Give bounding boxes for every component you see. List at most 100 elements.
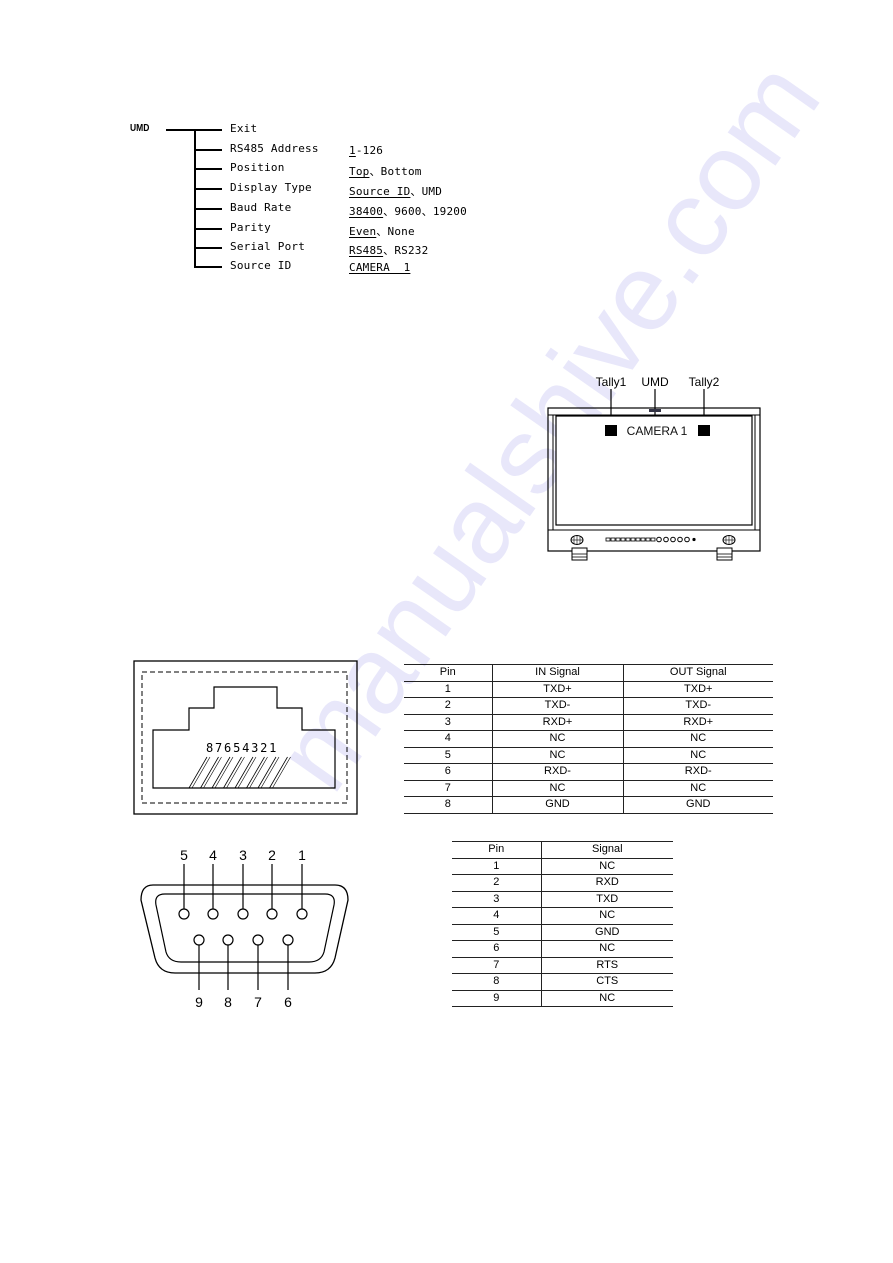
signal-cell: RXD- [622, 763, 773, 780]
table-row: 2 TXD- TXD- [404, 697, 773, 714]
left-speaker-icon [570, 535, 584, 545]
menu-item-options: Source ID、UMD [349, 183, 442, 199]
signal-cell: NC [540, 940, 673, 957]
table-row: 9 NC [452, 990, 673, 1007]
pin-number-cell: 8 [493, 975, 500, 988]
table-row: 5 NC NC [404, 747, 773, 764]
db9-pin-number: 4 [209, 847, 217, 863]
db9-pin [282, 934, 294, 946]
default-value: Source ID [349, 185, 411, 198]
round-button [656, 536, 662, 543]
db9-pin [178, 908, 190, 920]
signal-cell: TXD- [622, 697, 773, 714]
rj45-connector-diagram: 87654321 [133, 660, 358, 815]
default-value: RS485 [349, 244, 384, 257]
table-row: 4 NC NC [404, 730, 773, 747]
signal-cell: GND [622, 796, 773, 813]
rj45-contact-line [246, 756, 265, 789]
rj45-dashed-outline [141, 671, 348, 804]
menu-item-options: Top、Bottom [349, 163, 422, 179]
monitor-diagram: Tally1 UMD Tally2 CAMERA 1 [547, 375, 761, 561]
menu-item-label: Exit [230, 122, 258, 135]
small-button [645, 537, 651, 542]
power-led [692, 537, 696, 542]
pin-number-cell: 7 [493, 958, 500, 971]
screen-camera-text: CAMERA 1 [627, 424, 688, 438]
db9-pin-number: 1 [298, 847, 306, 863]
rj45-contact-line [200, 756, 219, 789]
signal-cell: RXD+ [622, 714, 773, 731]
rj45-contact-line [211, 756, 231, 789]
db9-pin-number: 7 [254, 994, 262, 1010]
rj45-contact-line [191, 756, 211, 789]
table-row: 3 RXD+ RXD+ [404, 714, 773, 731]
pin-number-cell: 2 [493, 876, 500, 889]
signal-cell: GND [540, 924, 673, 941]
signal-cell: NC [622, 747, 773, 764]
menu-item-options: RS485、RS232 [349, 242, 428, 258]
option-values: 、Bottom [369, 165, 422, 178]
db9-pin [193, 934, 205, 946]
tree-branch-line [194, 208, 222, 210]
pin-number-cell: 5 [493, 925, 500, 938]
table-row: 8 GND GND [404, 796, 773, 813]
db9-pin-number: 6 [284, 994, 292, 1010]
small-button [640, 537, 646, 542]
signal-cell: TXD [540, 891, 673, 908]
rj45-outer-frame [133, 660, 358, 815]
signal-cell: GND [491, 796, 623, 813]
signal-cell: TXD+ [491, 681, 623, 698]
pin-number-cell: 1 [493, 859, 500, 872]
table-row: 2 RXD [452, 874, 673, 891]
db9-pin-number: 8 [224, 994, 232, 1010]
rj45-pin-numbers: 87654321 [206, 741, 278, 755]
signal-cell: NC [622, 730, 773, 747]
menu-item-options: 38400、9600、19200 [349, 203, 467, 219]
option-values: -126 [355, 144, 384, 157]
rj45-contact-line [223, 756, 242, 789]
signal-cell: NC [491, 730, 623, 747]
header-pin: Pin [488, 843, 505, 856]
option-values: 、9600、19200 [383, 205, 467, 218]
small-button [620, 537, 626, 542]
rj45-contact-line [249, 756, 268, 789]
tree-branch-line [194, 247, 222, 249]
menu-item-options: 1-126 [349, 144, 383, 157]
tree-branch-line [194, 266, 222, 268]
default-value: 1 [349, 144, 356, 157]
db9-pin-number: 5 [180, 847, 188, 863]
round-button [663, 536, 669, 543]
default-value: CAMERA 1 [349, 261, 411, 274]
header-in-signal: IN Signal [491, 664, 623, 681]
umd-label: UMD [641, 375, 669, 389]
signal-cell: CTS [540, 973, 673, 990]
tally1-indicator [605, 425, 617, 436]
pin-number-cell: 8 [444, 798, 451, 811]
rj45-contact-line [260, 756, 280, 789]
table-header-row: Pin IN Signal OUT Signal [404, 664, 773, 681]
signal-cell: NC [491, 780, 623, 797]
db9-inner-shell [155, 893, 335, 963]
rj45-pinout-table: Pin IN Signal OUT Signal 1 TXD+ TXD+ 2 TXD- T… [404, 664, 773, 814]
db9-pin-number: 9 [195, 994, 203, 1010]
table-row: 6 NC [452, 940, 673, 957]
table-row: 8 CTS [452, 973, 673, 990]
small-button [615, 537, 621, 542]
signal-cell: NC [540, 990, 673, 1007]
menu-item-label: Source ID [230, 259, 292, 272]
rj45-contact-line [237, 756, 257, 789]
header-pin: Pin [439, 666, 456, 679]
small-button [650, 537, 656, 542]
menu-item-label: RS485 Address [230, 142, 319, 155]
pin-number-cell: 3 [444, 715, 451, 728]
db9-pin-number: 2 [268, 847, 276, 863]
table-row: 7 NC NC [404, 780, 773, 797]
db9-pinout-table: Pin Signal 1 NC 2 RXD 3 TXD 4 NC 5 GND 6 NC 7 RTS 8 CTS… [452, 841, 673, 1007]
small-button [635, 537, 641, 542]
db9-pin [222, 934, 234, 946]
tally2-label: Tally2 [689, 375, 720, 389]
pin-number-cell: 9 [493, 991, 500, 1004]
pin-number-cell: 1 [444, 682, 451, 695]
option-values: 、RS232 [383, 244, 429, 257]
small-button [610, 537, 616, 542]
